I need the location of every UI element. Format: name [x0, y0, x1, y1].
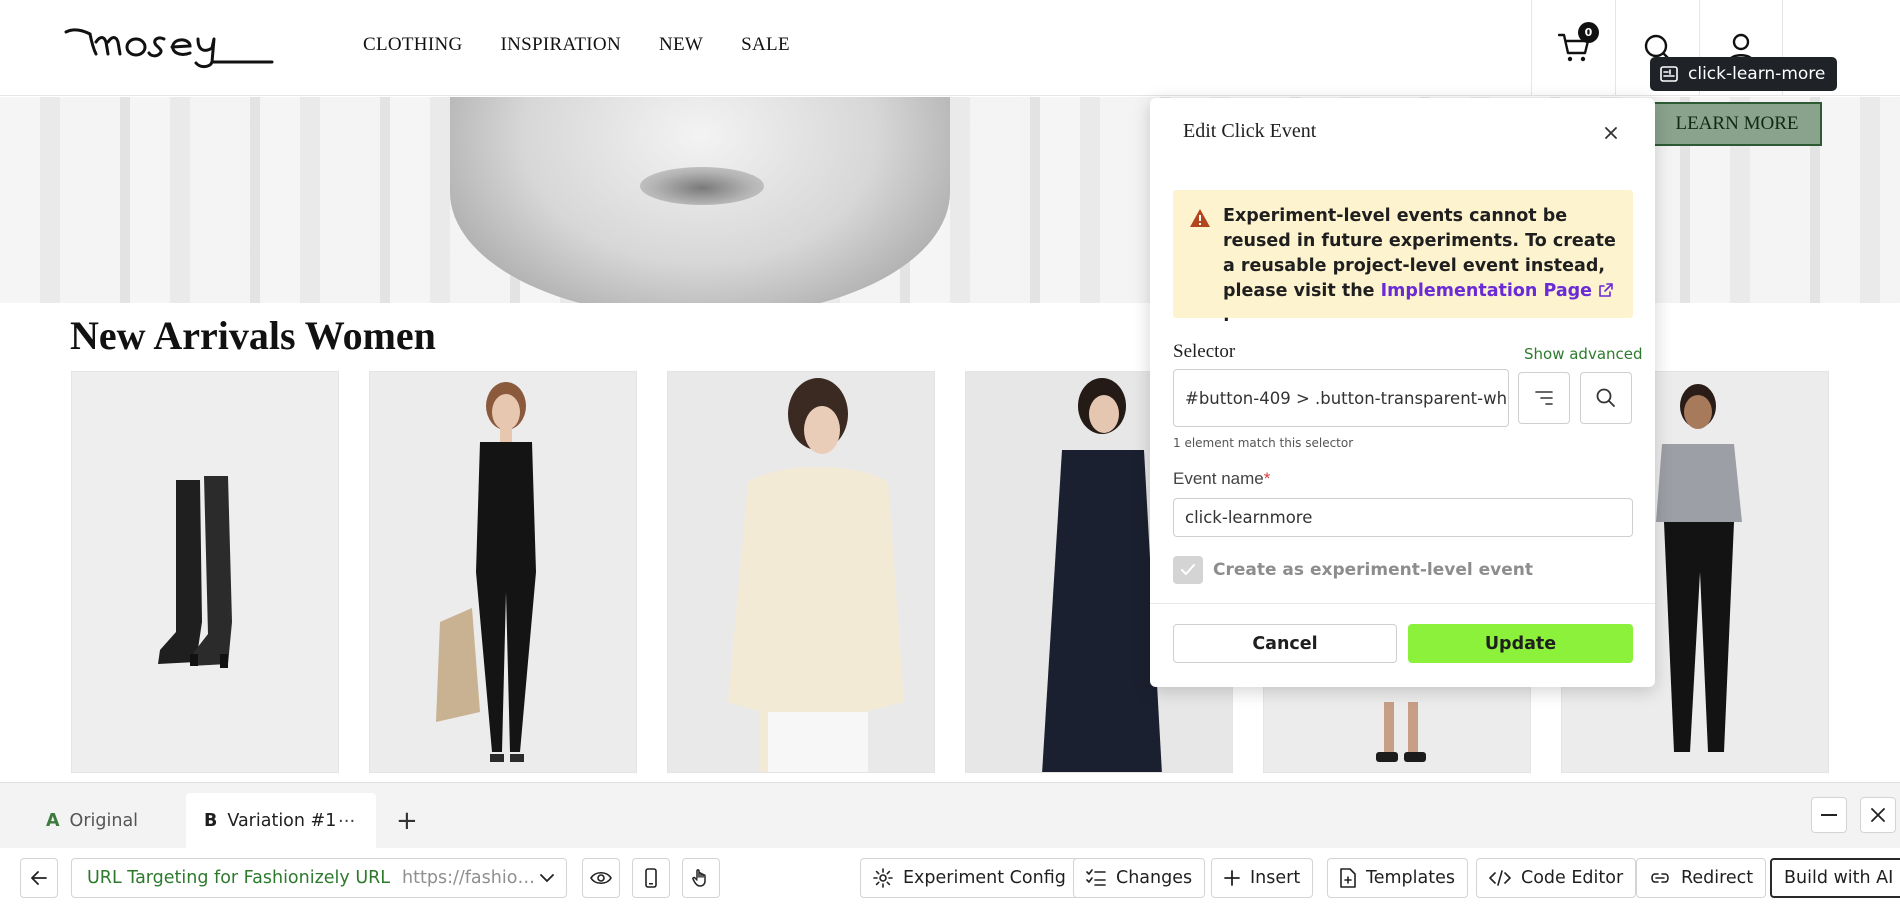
- cart-button[interactable]: 0: [1531, 0, 1615, 96]
- mobile-icon: [645, 868, 657, 888]
- eye-icon: [590, 871, 612, 885]
- interact-mode-button[interactable]: [682, 858, 720, 898]
- selector-match-hint: 1 element match this selector: [1173, 436, 1354, 450]
- link-icon: [1651, 873, 1669, 883]
- close-icon: [1605, 127, 1617, 139]
- event-name-input[interactable]: click-learnmore: [1173, 498, 1633, 537]
- main-nav: CLOTHING INSPIRATION NEW SALE: [363, 34, 790, 56]
- checklist-icon: [1086, 869, 1106, 886]
- build-with-ai-label: Build with AI: [1784, 868, 1894, 888]
- arrow-left-icon: [31, 871, 47, 885]
- selector-tree-button[interactable]: [1518, 372, 1570, 424]
- minimize-button[interactable]: [1811, 797, 1847, 833]
- templates-label: Templates: [1366, 868, 1455, 888]
- selector-input[interactable]: #button-409 > .button-transparent-white: [1173, 369, 1509, 427]
- nav-inspiration[interactable]: INSPIRATION: [501, 34, 621, 56]
- warning-callout: Experiment-level events cannot be reused…: [1173, 190, 1633, 326]
- search-icon: [1596, 388, 1615, 407]
- product-image: [72, 372, 338, 772]
- edit-click-event-dialog: Edit Click Event Experiment-level events…: [1150, 98, 1655, 687]
- tab-letter: B: [204, 811, 218, 831]
- cart-count-badge: 0: [1578, 22, 1599, 43]
- tab-variation-1[interactable]: B Variation #1 ···: [186, 793, 376, 849]
- changes-button[interactable]: Changes: [1073, 858, 1206, 898]
- insert-button[interactable]: Insert: [1211, 858, 1314, 898]
- url-targeting-title: URL Targeting for Fashionizely URL: [87, 868, 391, 888]
- brand-logo[interactable]: [64, 20, 274, 70]
- close-icon: [1871, 808, 1885, 822]
- redirect-button[interactable]: Redirect: [1636, 858, 1767, 898]
- hand-pointer-icon: [692, 869, 706, 887]
- redirect-label: Redirect: [1681, 868, 1754, 888]
- nav-new[interactable]: NEW: [659, 34, 703, 56]
- nav-sale[interactable]: SALE: [741, 34, 790, 56]
- hero-image-detail: [640, 167, 764, 205]
- update-button[interactable]: Update: [1408, 624, 1633, 663]
- add-variation-button[interactable]: +: [378, 793, 436, 849]
- logo-wordmark-icon: [64, 28, 274, 69]
- select-element-button[interactable]: [1580, 372, 1632, 424]
- external-link-icon: [1599, 283, 1613, 297]
- show-advanced-link[interactable]: Show advanced: [1524, 345, 1643, 363]
- checkmark-icon: [1181, 564, 1195, 575]
- experiment-level-checkbox[interactable]: [1173, 556, 1203, 584]
- insert-label: Insert: [1250, 868, 1301, 888]
- experiment-level-label: Create as experiment-level event: [1213, 560, 1533, 580]
- event-name-label: Event name*: [1173, 469, 1270, 489]
- code-editor-button[interactable]: Code Editor: [1476, 858, 1637, 898]
- section-title: New Arrivals Women: [70, 313, 436, 358]
- document-plus-icon: [1340, 868, 1356, 888]
- tab-more-button[interactable]: ···: [338, 811, 355, 832]
- close-editor-button[interactable]: [1860, 797, 1896, 833]
- product-card-jumpsuit[interactable]: [369, 371, 637, 773]
- plus-icon: [1224, 870, 1240, 886]
- preview-button[interactable]: [582, 858, 620, 898]
- product-image: [370, 372, 636, 772]
- selected-element-tag: click-learn-more: [1650, 57, 1838, 91]
- url-targeting-select[interactable]: URL Targeting for Fashionizely URL https…: [71, 858, 567, 898]
- tab-label: Variation #1: [227, 811, 337, 831]
- tab-original[interactable]: A Original: [28, 793, 156, 849]
- nav-clothing[interactable]: CLOTHING: [363, 34, 463, 56]
- product-card-boots[interactable]: [71, 371, 339, 773]
- implementation-page-link[interactable]: Implementation Page: [1381, 281, 1614, 301]
- tab-letter: A: [46, 811, 60, 831]
- learn-more-button[interactable]: LEARN MORE: [1652, 102, 1822, 146]
- build-with-ai-button[interactable]: Build with AI: [1770, 858, 1900, 898]
- element-tree-icon: [1535, 391, 1553, 405]
- product-image: [668, 372, 934, 772]
- gear-icon: [873, 868, 893, 888]
- warning-text-end: .: [1223, 306, 1230, 326]
- close-dialog-button[interactable]: [1598, 120, 1624, 146]
- minimize-icon: [1821, 814, 1837, 816]
- site-header: CLOTHING INSPIRATION NEW SALE 0: [0, 0, 1900, 96]
- back-button[interactable]: [20, 858, 58, 898]
- dialog-title: Edit Click Event: [1183, 120, 1317, 142]
- experiment-config-label: Experiment Config: [903, 868, 1066, 888]
- event-tag-icon: [1660, 66, 1678, 82]
- warning-icon: [1190, 209, 1210, 227]
- variation-tabbar: A Original B Variation #1 ··· +: [0, 782, 1900, 849]
- editor-toolbar: URL Targeting for Fashionizely URL https…: [0, 848, 1900, 905]
- product-card-shirt[interactable]: [667, 371, 935, 773]
- code-icon: [1489, 870, 1511, 886]
- selector-label: Selector: [1173, 341, 1236, 362]
- tab-label: Original: [69, 811, 139, 831]
- event-name-label-text: Event name: [1173, 469, 1264, 488]
- selected-element-name: click-learn-more: [1688, 64, 1826, 84]
- experiment-config-button[interactable]: Experiment Config: [860, 858, 1079, 898]
- code-editor-label: Code Editor: [1521, 868, 1624, 888]
- cancel-button[interactable]: Cancel: [1173, 624, 1397, 663]
- footer-divider: [1150, 603, 1655, 604]
- implementation-page-link-label: Implementation Page: [1380, 281, 1593, 301]
- device-preview-button[interactable]: [632, 858, 670, 898]
- chevron-down-icon: [540, 873, 554, 882]
- changes-label: Changes: [1116, 868, 1193, 888]
- templates-button[interactable]: Templates: [1327, 858, 1468, 898]
- url-targeting-value: https://fashionizel...: [402, 868, 540, 888]
- required-mark: *: [1263, 469, 1271, 488]
